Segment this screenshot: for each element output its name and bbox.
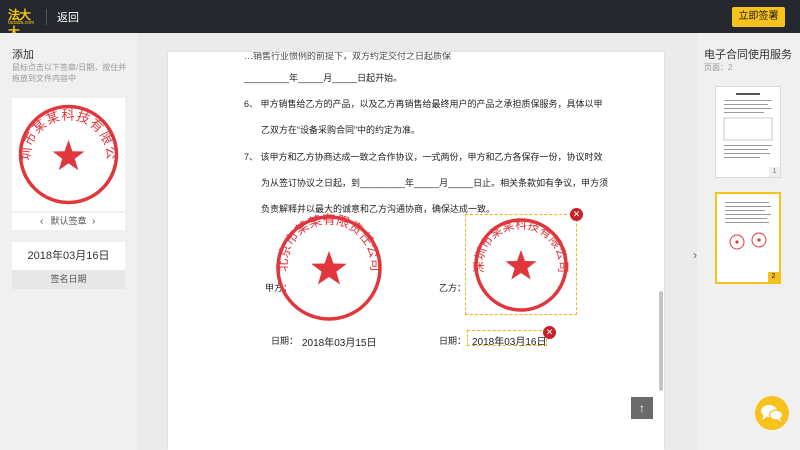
document-page: …销售行业惯例的前提下，双方约定交付之日起质保 _________年_____月… <box>168 52 664 450</box>
date-label-a: 日期： <box>271 336 299 346</box>
close-icon: ✕ <box>572 209 581 219</box>
back-button[interactable]: 返回 <box>57 9 79 25</box>
document-scrollbar[interactable] <box>659 291 663 391</box>
date-stamp-label: 签名日期 <box>12 270 125 289</box>
delete-date-button[interactable]: ✕ <box>543 326 556 339</box>
top-bar: 法大大 fadada.com 返回 立即签署 <box>0 0 800 39</box>
header-divider <box>46 9 47 25</box>
fadada-logo[interactable]: 法大大 fadada.com <box>8 6 40 39</box>
page-preview <box>723 93 773 158</box>
document-viewer: …销售行业惯例的前提下，双方约定交付之日起质保 _________年_____月… <box>137 33 697 450</box>
clause-6-line-2: 乙双方在“设备采购合同”中的约定为准。 <box>261 125 420 135</box>
party-b-seal-icon[interactable]: 深圳市某某科技有限公司 <box>468 217 574 313</box>
page-count: 页面：2 <box>704 63 733 72</box>
close-icon: ✕ <box>545 327 554 337</box>
page-thumbnail-2[interactable]: 2 <box>715 192 781 284</box>
page-thumbnail-1[interactable]: 1 <box>715 86 781 178</box>
chat-button[interactable] <box>755 396 789 430</box>
doc-line-partial: …销售行业惯例的前提下，双方约定交付之日起质保 <box>244 52 452 61</box>
left-sidebar: 添加 鼠标点击以下签章/日期，按住并拖放到文件内容中 深圳市某某科技有限公司 ‹… <box>0 33 137 450</box>
add-title: 添加 <box>12 49 34 61</box>
chevron-left-icon[interactable]: ‹ <box>40 213 43 230</box>
clause-7-line-1: 7、 该甲方和乙方协商达成一致之合作协议，一式两份，甲方和乙方各保存一份，协议时… <box>244 152 603 162</box>
arrow-up-icon: ↑ <box>639 401 645 415</box>
party-b-label: 乙方： <box>439 283 467 293</box>
party-a-seal-icon[interactable]: 北京市某某有限责任公司 <box>274 213 384 323</box>
pages-panel: 电子合同使用服务 页面：2 1 2 <box>697 33 800 450</box>
page-preview <box>725 202 771 250</box>
date-label-b: 日期： <box>439 336 467 346</box>
sign-now-button[interactable]: 立即签署 <box>732 7 785 27</box>
contract-title: 电子合同使用服务 <box>704 49 792 61</box>
add-hint: 鼠标点击以下签章/日期，按住并拖放到文件内容中 <box>12 63 127 83</box>
company-seal-icon: 深圳市某某科技有限公司 <box>5 87 119 205</box>
logo-subtext: fadada.com <box>8 20 35 26</box>
doc-line-start: _________年_____月_____日起开始。 <box>244 73 403 83</box>
chevron-right-icon[interactable]: › <box>92 213 95 230</box>
seal-picker: ‹ 默认签章 › <box>12 213 125 230</box>
date-stamp-option[interactable]: 2018年03月16日 <box>12 242 125 270</box>
delete-seal-button[interactable]: ✕ <box>570 208 583 221</box>
date-value-a: 2018年03月15日 <box>302 338 377 349</box>
thumbnail-number: 1 <box>769 167 780 177</box>
clause-7-line-2: 为从签订协议之日起，到_________年_____月_____日止。相关条款如… <box>261 178 609 188</box>
thumbnail-number: 2 <box>768 272 779 282</box>
date-value-b: 2018年03月16日 <box>472 337 547 348</box>
seal-picker-label: 默认签章 <box>50 216 87 226</box>
scroll-to-top-button[interactable]: ↑ <box>631 397 653 419</box>
seal-option[interactable]: 深圳市某某科技有限公司 <box>5 87 125 211</box>
clause-6-line-1: 6、 甲方销售给乙方的产品，以及乙方再销售给最终用户的产品之承担质保服务，具体以… <box>244 99 603 109</box>
chat-bubbles-icon <box>761 405 784 422</box>
